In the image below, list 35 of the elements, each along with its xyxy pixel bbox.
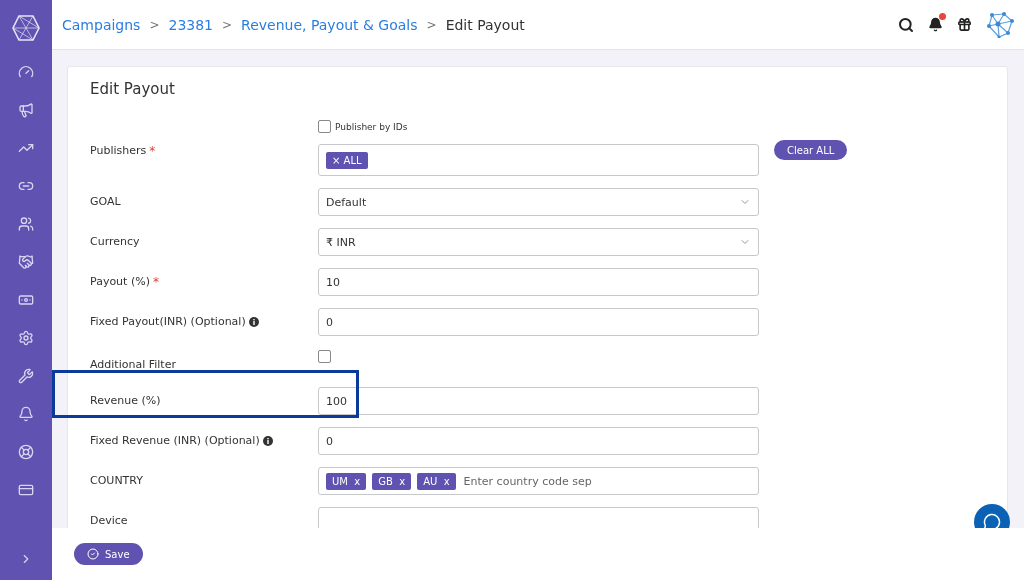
- breadcrumb-separator: >: [426, 17, 437, 32]
- field-label: Currency: [90, 235, 140, 248]
- save-button[interactable]: Save: [74, 543, 143, 565]
- field-label: Payout (%): [90, 275, 150, 288]
- checkbox-label: Publisher by IDs: [335, 121, 408, 132]
- breadcrumb-link[interactable]: Campaigns: [62, 16, 141, 33]
- breadcrumb-link[interactable]: Revenue, Payout & Goals: [241, 16, 418, 33]
- tag[interactable]: × ALL: [326, 151, 368, 169]
- field-label: Fixed Payout(INR) (Optional): [90, 315, 246, 328]
- select-field[interactable]: ₹ INR: [318, 228, 759, 256]
- select-field[interactable]: Default: [318, 188, 759, 216]
- tag[interactable]: GB x: [372, 472, 412, 490]
- breadcrumb-separator: >: [222, 17, 233, 32]
- field-label: Fixed Revenue (INR) (Optional): [90, 434, 260, 447]
- current-page-title: Edit Payout: [445, 16, 525, 33]
- input-field[interactable]: 10: [318, 268, 759, 296]
- breadcrumb-link[interactable]: 23381: [168, 16, 213, 33]
- country-field[interactable]: UM x GB x AU x Enter country code sep: [318, 467, 759, 495]
- field-label: Additional Filter: [90, 358, 176, 371]
- input-field[interactable]: 0: [318, 427, 759, 455]
- tag[interactable]: UM x: [326, 472, 367, 490]
- required-mark: *: [149, 144, 156, 158]
- card-title: Edit Payout: [90, 80, 176, 98]
- clear-all-button[interactable]: Clear ALL: [774, 140, 848, 160]
- field-label: Revenue (%): [90, 394, 161, 407]
- required-mark: *: [152, 275, 159, 289]
- field-label: GOAL: [90, 195, 121, 208]
- field-label: Device: [90, 514, 128, 527]
- publishers-field[interactable]: × ALL: [318, 144, 759, 176]
- input-field[interactable]: 0: [318, 308, 759, 336]
- tag[interactable]: AU x: [417, 472, 456, 490]
- breadcrumb-separator: >: [149, 17, 160, 32]
- field-label: Publishers: [90, 144, 147, 157]
- field-label: COUNTRY: [90, 474, 143, 487]
- input-field[interactable]: 100: [318, 387, 759, 415]
